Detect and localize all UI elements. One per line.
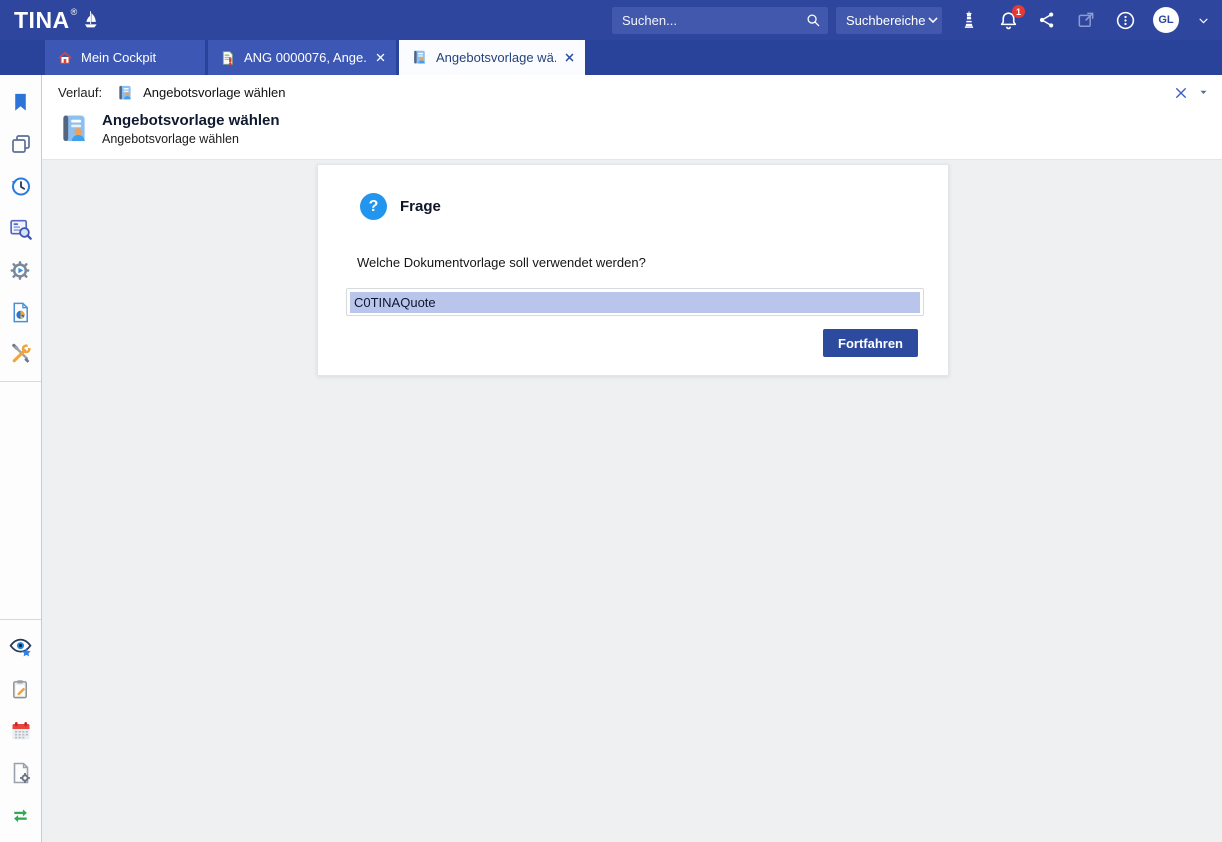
- share-icon: [1037, 10, 1057, 30]
- search-areas-label: Suchbereiche: [846, 13, 926, 28]
- topbar: TINA® Suchbereiche 1: [0, 0, 1222, 40]
- tab-ang-0000076[interactable]: ANG 0000076, Ange...: [208, 40, 396, 75]
- sidebar-item-history[interactable]: [0, 165, 42, 207]
- sidebar-top-group: [0, 75, 41, 381]
- tab-label: Mein Cockpit: [81, 50, 156, 65]
- registered-mark: ®: [71, 7, 78, 17]
- sidebar-item-tools[interactable]: [0, 333, 42, 375]
- windows-icon: [9, 132, 33, 156]
- dialog-question: Welche Dokumentvorlage soll verwendet we…: [357, 255, 646, 270]
- process-icon: [8, 258, 33, 283]
- global-search: [612, 7, 828, 34]
- avatar-initials: GL: [1158, 14, 1173, 26]
- template-input-value: C0TINAQuote: [350, 292, 920, 313]
- breadcrumb-item-angebotsvorlage[interactable]: Angebotsvorlage wählen: [116, 84, 285, 102]
- history-label: Verlauf:: [58, 85, 102, 100]
- document-alert-icon: [220, 50, 236, 66]
- view-menu-button[interactable]: [1199, 88, 1208, 97]
- page-subtitle: Angebotsvorlage wählen: [102, 132, 280, 146]
- close-icon[interactable]: [564, 52, 575, 63]
- search-input[interactable]: [612, 7, 828, 34]
- sync-icon: [9, 804, 32, 827]
- sidebar-item-processes[interactable]: [0, 249, 42, 291]
- topbar-actions: 1 GL: [958, 7, 1210, 33]
- sidebar-item-reports[interactable]: [0, 291, 42, 333]
- notification-badge: 1: [1012, 5, 1025, 18]
- quote-template-icon: [57, 112, 91, 146]
- tab-bar: Mein Cockpit ANG 0000076, Ange... Angebo…: [0, 40, 1222, 75]
- sidebar-item-windows[interactable]: [0, 123, 42, 165]
- search-areas-dropdown[interactable]: Suchbereiche: [836, 7, 942, 34]
- chevron-down-icon: [1197, 14, 1210, 27]
- history-icon: [9, 174, 33, 198]
- sidebar-item-bookmarks[interactable]: [0, 81, 42, 123]
- continue-button[interactable]: Fortfahren: [823, 329, 918, 357]
- breadcrumb-item-label: Angebotsvorlage wählen: [143, 85, 285, 100]
- sidebar-spacer: [0, 382, 41, 619]
- home-icon: [57, 50, 73, 66]
- sidebar-item-calendar[interactable]: [0, 710, 42, 752]
- lighthouse-icon: [959, 9, 979, 31]
- tab-label: Angebotsvorlage wä...: [436, 50, 556, 65]
- sidebar-item-search-lists[interactable]: [0, 207, 42, 249]
- bookmark-icon: [9, 91, 32, 114]
- main-content: Verlauf: Angebotsvorlage wählen: [42, 75, 1222, 842]
- open-external-button[interactable]: [1075, 8, 1097, 32]
- user-menu-button[interactable]: [1196, 8, 1210, 32]
- lighthouse-button[interactable]: [958, 8, 980, 32]
- sidebar-bottom-group: [0, 620, 41, 842]
- report-icon: [9, 301, 32, 324]
- quote-template-icon: [116, 84, 134, 102]
- tab-mein-cockpit[interactable]: Mein Cockpit: [45, 40, 205, 75]
- tab-angebotsvorlage[interactable]: Angebotsvorlage wä...: [399, 40, 585, 75]
- search-list-icon: [8, 216, 33, 241]
- more-circle-icon: [1115, 10, 1136, 31]
- question-dialog: ? Frage Welche Dokumentvorlage soll verw…: [317, 164, 949, 376]
- close-view-button[interactable]: [1174, 86, 1188, 100]
- quote-template-icon: [411, 49, 428, 66]
- workspace: Verlauf: Angebotsvorlage wählen: [0, 75, 1222, 842]
- avatar[interactable]: GL: [1153, 7, 1179, 33]
- template-input[interactable]: C0TINAQuote: [346, 288, 924, 316]
- dialog-title: Frage: [400, 198, 441, 215]
- tools-icon: [9, 342, 33, 366]
- dialog-header: ? Frage: [360, 193, 441, 220]
- sidebar-item-sync[interactable]: [0, 794, 42, 836]
- share-button[interactable]: [1036, 8, 1058, 32]
- page-title: Angebotsvorlage wählen: [102, 112, 280, 129]
- calendar-icon: [9, 719, 33, 743]
- tab-label: ANG 0000076, Ange...: [244, 50, 367, 65]
- page-header: Angebotsvorlage wählen Angebotsvorlage w…: [42, 110, 1222, 159]
- app-logo-text: TINA: [14, 7, 70, 34]
- breadcrumb: Verlauf: Angebotsvorlage wählen: [42, 75, 1222, 110]
- more-options-button[interactable]: [1114, 8, 1136, 32]
- document-settings-icon: [9, 761, 33, 785]
- open-external-icon: [1076, 10, 1096, 30]
- app-logo: TINA®: [14, 7, 101, 34]
- sidebar-item-document-settings[interactable]: [0, 752, 42, 794]
- question-icon: ?: [360, 193, 387, 220]
- chevron-down-icon: [926, 13, 940, 27]
- close-icon[interactable]: [375, 52, 386, 63]
- clipboard-edit-icon: [9, 678, 32, 701]
- notifications-button[interactable]: 1: [997, 8, 1019, 32]
- watchlist-icon: [8, 635, 33, 660]
- sidebar-item-notes[interactable]: [0, 668, 42, 710]
- page-body: ? Frage Welche Dokumentvorlage soll verw…: [42, 159, 1222, 842]
- sailboat-icon: [79, 9, 101, 31]
- sidebar-item-watchlist[interactable]: [0, 626, 42, 668]
- sidebar: [0, 75, 42, 842]
- view-actions: [1174, 86, 1208, 100]
